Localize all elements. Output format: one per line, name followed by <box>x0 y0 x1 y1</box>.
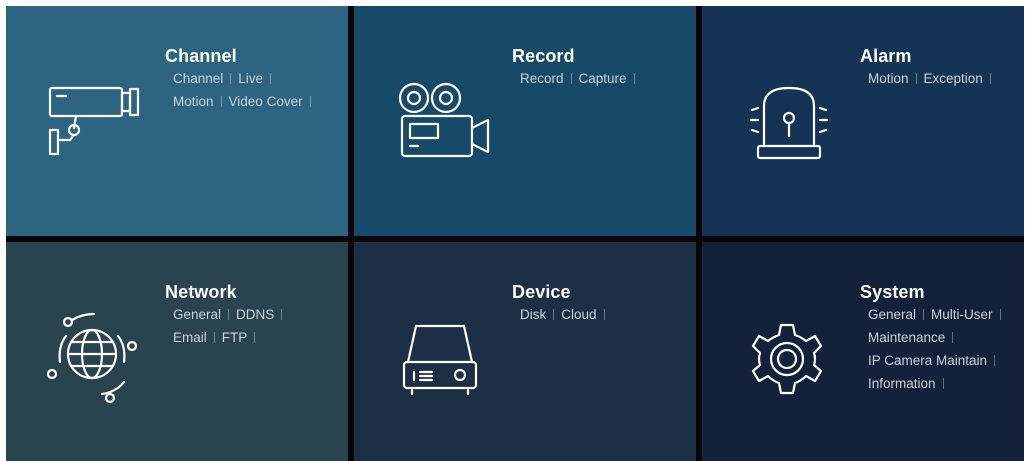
separator <box>270 73 272 84</box>
system-item-general[interactable]: General <box>868 307 916 322</box>
separator <box>915 73 917 84</box>
system-item-ip-camera-maintain[interactable]: IP Camera Maintain <box>868 353 987 368</box>
system-item-multi-user[interactable]: Multi-User <box>931 307 993 322</box>
device-item-cloud[interactable]: Cloud <box>561 307 596 322</box>
separator <box>281 309 283 320</box>
separator <box>942 378 944 389</box>
network-item-ftp[interactable]: FTP <box>222 330 248 345</box>
system-item-maintenance[interactable]: Maintenance <box>868 330 945 345</box>
record-title[interactable]: Record <box>512 46 575 67</box>
system-title[interactable]: System <box>860 282 925 303</box>
separator <box>230 73 232 84</box>
separator <box>553 309 555 320</box>
alarm-item-exception[interactable]: Exception <box>924 71 983 86</box>
alarm-submenu: Motion Exception <box>868 67 998 90</box>
device-item-disk[interactable]: Disk <box>520 307 546 322</box>
alarm-item-motion[interactable]: Motion <box>868 71 909 86</box>
siren-icon <box>744 80 834 166</box>
system-item-information[interactable]: Information <box>868 376 936 391</box>
globe-network-icon <box>42 306 142 406</box>
gear-icon <box>742 314 832 404</box>
network-title[interactable]: Network <box>165 282 237 303</box>
separator <box>213 332 215 343</box>
record-item-capture[interactable]: Capture <box>579 71 627 86</box>
record-submenu: Record Capture <box>520 67 642 90</box>
channel-item-live[interactable]: Live <box>238 71 263 86</box>
separator <box>633 73 635 84</box>
channel-item-channel[interactable]: Channel <box>173 71 223 86</box>
channel-item-video-cover[interactable]: Video Cover <box>229 94 303 109</box>
network-tile[interactable]: Network General DDNS Email FTP <box>6 242 348 461</box>
channel-submenu: Channel Live Motion Video Cover <box>173 67 318 113</box>
record-item-record[interactable]: Record <box>520 71 564 86</box>
separator <box>603 309 605 320</box>
separator <box>228 309 230 320</box>
system-submenu: General Multi-User Maintenance IP Camera … <box>868 303 1008 395</box>
hard-drive-icon <box>398 318 482 402</box>
channel-item-motion[interactable]: Motion <box>173 94 214 109</box>
separator <box>989 73 991 84</box>
separator <box>254 332 256 343</box>
separator <box>309 96 311 107</box>
separator <box>952 332 954 343</box>
network-item-ddns[interactable]: DDNS <box>236 307 274 322</box>
device-submenu: Disk Cloud <box>520 303 612 326</box>
main-menu-grid: Channel ChannelLive MotionVideo Cover <box>6 6 1024 461</box>
alarm-tile[interactable]: Alarm Motion Exception <box>702 6 1024 236</box>
network-submenu: General DDNS Email FTP <box>173 303 289 349</box>
channel-title[interactable]: Channel <box>165 46 237 67</box>
record-tile[interactable]: Record Record Capture <box>354 6 696 236</box>
device-tile[interactable]: Device Disk Cloud <box>354 242 696 461</box>
film-camera-icon <box>394 80 494 162</box>
device-title[interactable]: Device <box>512 282 571 303</box>
network-item-email[interactable]: Email <box>173 330 207 345</box>
system-tile[interactable]: System General Multi-User Maintenance IP … <box>702 242 1024 461</box>
alarm-title[interactable]: Alarm <box>860 46 912 67</box>
network-item-general[interactable]: General <box>173 307 221 322</box>
separator <box>220 96 222 107</box>
separator <box>994 355 996 366</box>
separator <box>999 309 1001 320</box>
separator <box>570 73 572 84</box>
separator <box>923 309 925 320</box>
channel-tile[interactable]: Channel Channel Live Motion Video Cover <box>6 6 348 236</box>
security-camera-icon <box>44 82 144 162</box>
